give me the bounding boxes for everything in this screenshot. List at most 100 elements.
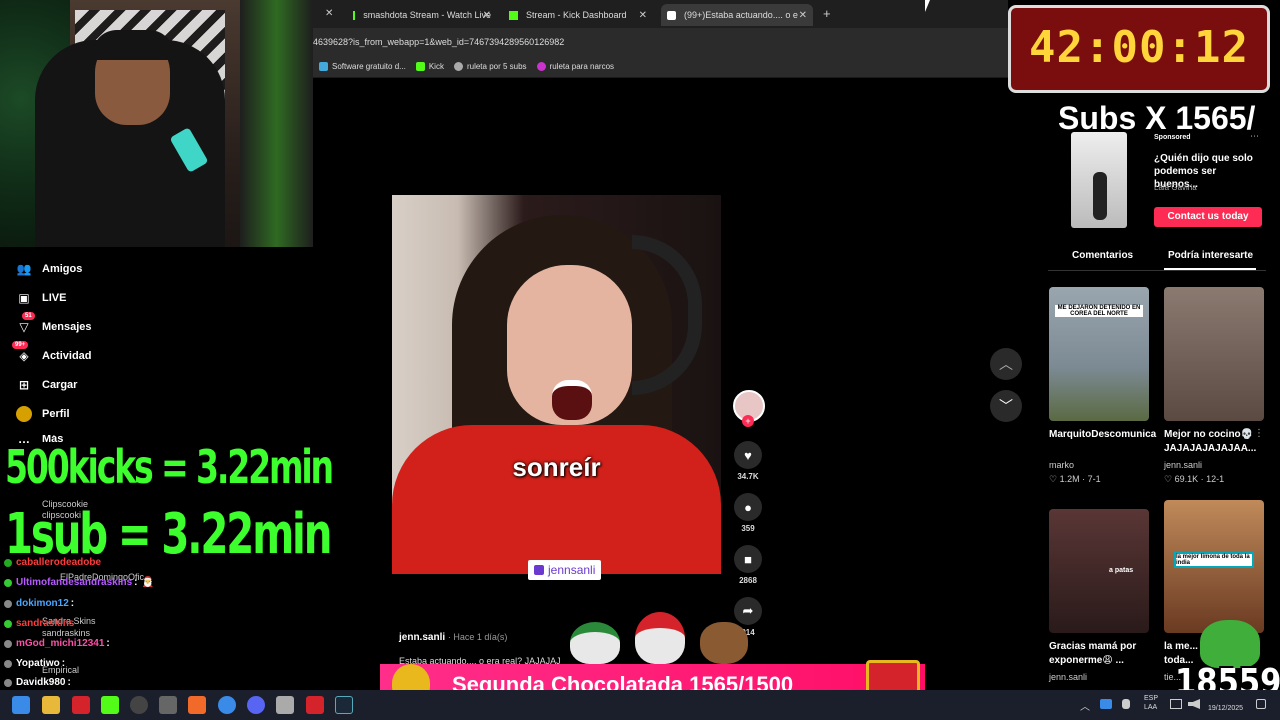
bookmark-label: Kick [428, 62, 444, 71]
tray-chevron-up-icon[interactable]: ︿ [1080, 698, 1090, 713]
chat-username[interactable]: Yopatiwo [16, 658, 60, 669]
badge-icon [4, 619, 12, 628]
recommended-video-author[interactable]: jenn.sanli [1049, 672, 1087, 682]
overlay-sub-rate: 1sub = 3.22min [5, 502, 332, 567]
santa-emote-icon: 🎅 [141, 577, 154, 588]
save-button[interactable]: ■ 2868 [733, 545, 763, 585]
recommended-video-title[interactable]: Gracias mamá por exponerme😩 ... [1049, 640, 1149, 668]
tab-comentarios[interactable]: Comentarios [1072, 250, 1133, 261]
badge-icon [4, 659, 12, 668]
app-icon[interactable] [306, 696, 324, 714]
ad-person-image [1093, 172, 1107, 220]
follow-plus-icon[interactable]: + [742, 415, 754, 427]
comment-icon: ● [734, 493, 762, 521]
video-subject-hoodie [392, 425, 721, 574]
video-author-row: jenn.sanli · Hace 1 día(s) [399, 632, 507, 643]
recommended-video-author[interactable]: marko [1049, 460, 1074, 470]
recommended-video-author[interactable]: jenn.sanli [1164, 460, 1202, 470]
recommended-video-thumbnail[interactable]: la mejor limona de toda la india [1164, 500, 1264, 633]
comment-button[interactable]: ● 359 [733, 493, 763, 533]
ad-more-icon[interactable]: ⋯ [1250, 131, 1259, 142]
like-button[interactable]: ♥ 34.7K [733, 441, 763, 481]
bookmark-icon: ■ [734, 545, 762, 573]
chat-username[interactable]: Davidk980 [16, 677, 65, 688]
tiktok-sidebar: 👥 Amigos ▣ LIVE ▽ 51 Mensajes ◈ 99+ Actividad … [0, 247, 313, 443]
chat-username[interactable]: dokimon12 [16, 598, 69, 609]
author-name[interactable]: jenn.sanli [399, 632, 445, 643]
chrome-icon[interactable] [218, 696, 236, 714]
ad-cta-button[interactable]: Contact us today [1154, 207, 1262, 227]
steam-icon[interactable] [335, 696, 353, 714]
obs-icon[interactable] [130, 696, 148, 714]
badge-icon [4, 678, 12, 687]
twitch-watermark: jennsanli [528, 560, 602, 580]
tiktok-video[interactable] [392, 195, 721, 574]
app-icon[interactable] [72, 696, 90, 714]
stats-text: 69.1K · 12-1 [1174, 474, 1225, 484]
tiktok-icon [667, 10, 676, 20]
kick-icon [353, 10, 356, 20]
bookmark-item[interactable]: ruleta para narcos [536, 62, 614, 71]
heart-outline-icon: ♡ [1049, 474, 1060, 484]
bookmark-item[interactable]: Kick [415, 62, 444, 71]
app-icon[interactable] [276, 696, 294, 714]
recommended-video-stats: ♡ 69.1K · 12-1 [1164, 474, 1224, 485]
save-count: 2868 [739, 576, 757, 585]
file-explorer-icon[interactable] [42, 696, 60, 714]
sidebar-item-actividad[interactable]: ◈ 99+ Actividad [12, 341, 92, 364]
chat-ghost-text: sandraskins [42, 628, 91, 638]
address-bar[interactable]: 4639628?is_from_webapp=1&web_id=74673942… [313, 28, 1008, 56]
discord-icon[interactable] [247, 696, 265, 714]
recommended-video-thumbnail[interactable] [1164, 287, 1264, 421]
tab-kick-dashboard[interactable]: Stream - Kick Dashboard ✕ [503, 4, 653, 26]
previous-video-button[interactable]: ︿ [990, 348, 1022, 380]
sidebar-item-perfil[interactable]: Perfil [16, 406, 70, 422]
author-avatar[interactable]: + [733, 390, 765, 427]
tab-podria-interesarte[interactable]: Podría interesarte [1168, 250, 1253, 261]
app-icon[interactable] [159, 696, 177, 714]
bookmark-item[interactable]: Software gratuito d... [319, 62, 406, 71]
network-icon[interactable] [1170, 699, 1182, 709]
streamer-webcam [0, 0, 313, 247]
tab-close-button[interactable]: ✕ [483, 10, 491, 21]
browser-tab-bar: ✕ smashdota Stream - Watch Live ✕ Stream… [313, 0, 1008, 28]
video-caption: sonreír [512, 452, 601, 482]
recommended-video-title[interactable]: Mejor no cocino💀 JAJAJAJAJAJAA... [1164, 428, 1264, 456]
tab-close-button[interactable]: ✕ [799, 10, 807, 21]
microphone-icon[interactable] [1122, 699, 1130, 709]
chat-username[interactable]: mGod_michi12341 [16, 638, 104, 649]
tray-app-icon[interactable] [1100, 699, 1112, 709]
taskbar-date[interactable]: 19/12/2025 [1208, 705, 1243, 712]
notification-icon[interactable] [1256, 699, 1266, 709]
recommended-video-thumbnail[interactable]: ME DEJARON DETENIDO EN COREA DEL NORTE [1049, 287, 1149, 421]
tab-close-button[interactable]: ✕ [639, 10, 647, 21]
app-icon[interactable] [101, 696, 119, 714]
chat-message: dokimon12: [4, 598, 74, 609]
next-video-button[interactable]: ﹀ [990, 390, 1022, 422]
sidebar-item-label: Perfil [42, 408, 70, 420]
gaming-chair-image [240, 0, 313, 247]
sidebar-item-amigos[interactable]: 👥 Amigos [16, 261, 83, 277]
bookmark-item[interactable]: ruleta por 5 subs [453, 62, 527, 71]
sidebar-item-mensajes[interactable]: ▽ 51 Mensajes [16, 312, 92, 335]
chevron-down-icon: ﹀ [999, 398, 1013, 414]
sidebar-item-cargar[interactable]: ⊞ Cargar [16, 377, 78, 393]
recommended-video-thumbnail[interactable]: a patas [1049, 509, 1149, 633]
chat-username[interactable]: Ultimofandesandraskins [16, 577, 132, 588]
tab-tiktok[interactable]: (99+)Estaba actuando.... o e ✕ [661, 4, 813, 26]
chat-username[interactable]: sandraskins [16, 618, 74, 629]
recommended-video-title[interactable]: MarquitoDescomunica [1049, 428, 1156, 442]
language-indicator[interactable]: ESP LAA [1144, 694, 1158, 712]
twitch-icon [534, 565, 544, 575]
sidebar-item-live[interactable]: ▣ LIVE [16, 290, 66, 306]
start-button-icon[interactable] [12, 696, 30, 714]
tab-close-button[interactable]: ✕ [325, 8, 333, 19]
brave-icon[interactable] [188, 696, 206, 714]
card-more-icon[interactable]: ⋮ [1254, 428, 1264, 439]
new-tab-button[interactable]: + [823, 6, 831, 21]
chat-text: : [106, 638, 110, 649]
thumbnail-text: a patas [1109, 567, 1134, 574]
tab-smashdota[interactable]: smashdota Stream - Watch Live ✕ [347, 4, 497, 26]
ad-thumbnail[interactable] [1071, 132, 1127, 228]
friends-icon: 👥 [16, 262, 32, 276]
